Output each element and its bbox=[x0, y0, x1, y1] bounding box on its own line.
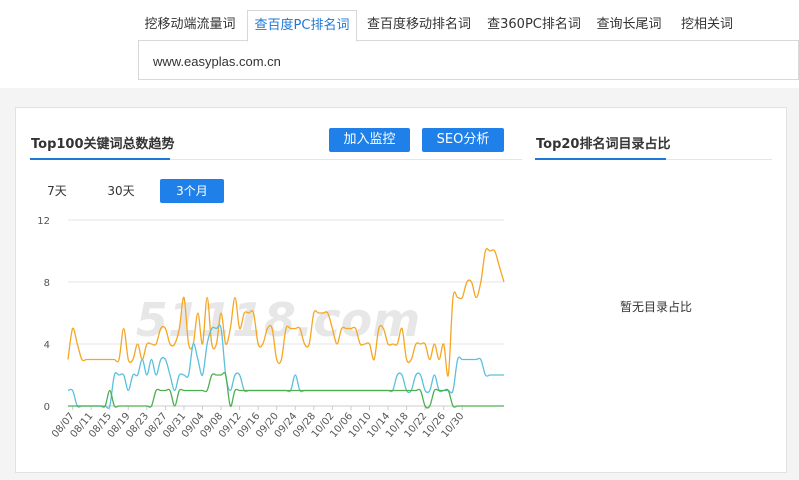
range-3-months[interactable]: 3个月 bbox=[160, 179, 224, 203]
series-line-3 bbox=[67, 372, 504, 409]
y-tick-label: 8 bbox=[44, 278, 50, 289]
y-tick-label: 4 bbox=[44, 340, 50, 351]
domain-search-box bbox=[138, 40, 799, 80]
rank-panel: Top100关键词总数趋势 加入监控 SEO分析 7天 30天 3个月 5111… bbox=[15, 107, 787, 473]
ratio-title-underline bbox=[535, 158, 666, 160]
add-monitor-button[interactable]: 加入监控 bbox=[329, 128, 410, 152]
y-tick-label: 12 bbox=[37, 216, 50, 227]
ratio-title: Top20排名词目录占比 bbox=[536, 137, 671, 152]
ratio-divider bbox=[666, 159, 772, 160]
range-30-days[interactable]: 30天 bbox=[98, 179, 144, 203]
domain-input[interactable] bbox=[153, 52, 753, 70]
trend-chart: 51118.com 0481208/0708/1108/1508/1908/23… bbox=[37, 216, 505, 440]
trend-title-underline bbox=[30, 158, 170, 160]
tab-long-tail-words[interactable]: 查询长尾词 bbox=[590, 10, 668, 40]
seo-analysis-button[interactable]: SEO分析 bbox=[422, 128, 504, 152]
top-bar: 挖移动端流量词 查百度PC排名词 查百度移动排名词 查360PC排名词 查询长尾… bbox=[0, 0, 799, 88]
range-7-days[interactable]: 7天 bbox=[38, 179, 76, 203]
tab-360-pc-rank[interactable]: 查360PC排名词 bbox=[484, 10, 584, 40]
tab-baidu-mobile-rank[interactable]: 查百度移动排名词 bbox=[360, 10, 478, 40]
trend-divider bbox=[170, 159, 522, 160]
tab-related-words[interactable]: 挖相关词 bbox=[674, 10, 740, 40]
trend-title: Top100关键词总数趋势 bbox=[31, 137, 175, 152]
y-tick-label: 0 bbox=[44, 402, 50, 413]
ratio-empty-text: 暂无目录占比 bbox=[620, 300, 693, 314]
tab-baidu-pc-rank[interactable]: 查百度PC排名词 bbox=[247, 10, 357, 42]
tab-mobile-traffic-words[interactable]: 挖移动端流量词 bbox=[138, 10, 242, 40]
